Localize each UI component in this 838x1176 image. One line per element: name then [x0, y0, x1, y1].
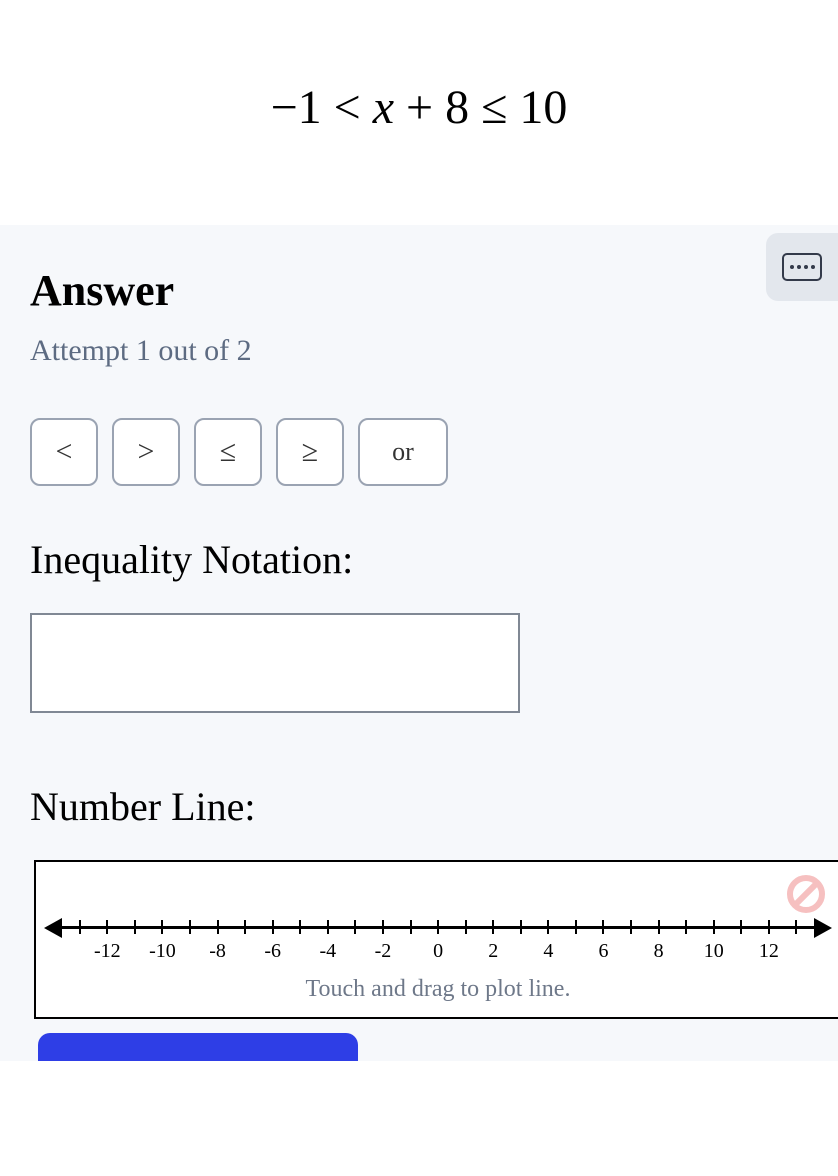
- tick: [452, 920, 480, 970]
- question-area: −1 < x + 8 ≤ 10: [0, 0, 838, 225]
- tick: [121, 920, 149, 970]
- tick: [231, 920, 259, 970]
- tick: -12: [94, 920, 122, 970]
- tick: -8: [204, 920, 232, 970]
- submit-button[interactable]: [38, 1033, 358, 1061]
- inequality-expression: −1 < x + 8 ≤ 10: [0, 80, 838, 135]
- tick: [397, 920, 425, 970]
- answer-area: Answer Attempt 1 out of 2 < > ≤ ≥ or Ine…: [0, 225, 838, 1061]
- tick: [342, 920, 370, 970]
- less-equal-button[interactable]: ≤: [194, 418, 262, 486]
- keypad-icon: [782, 253, 822, 281]
- tick: [562, 920, 590, 970]
- tick: -10: [149, 920, 177, 970]
- or-button[interactable]: or: [358, 418, 448, 486]
- notation-label: Inequality Notation:: [30, 536, 808, 583]
- axis-arrow-left: [44, 918, 62, 938]
- notation-input[interactable]: [30, 613, 520, 713]
- tick: 6: [590, 920, 618, 970]
- attempt-text: Attempt 1 out of 2: [30, 334, 808, 368]
- tick: [507, 920, 535, 970]
- number-line-panel[interactable]: -12 -10 -8 -6 -4 -2 02468 10 12 Touch and drag t…: [34, 860, 838, 1019]
- number-line-axis[interactable]: -12 -10 -8 -6 -4 -2 02468 10 12: [46, 912, 830, 972]
- reset-icon[interactable]: [786, 874, 826, 914]
- tick: 10: [700, 920, 728, 970]
- tick: 8: [645, 920, 673, 970]
- greater-than-button[interactable]: >: [112, 418, 180, 486]
- tick: [287, 920, 315, 970]
- answer-heading: Answer: [30, 265, 808, 316]
- tick: [617, 920, 645, 970]
- tick: 2: [479, 920, 507, 970]
- tick: [66, 920, 94, 970]
- tick: [176, 920, 204, 970]
- tick: 0: [424, 920, 452, 970]
- tick: -6: [259, 920, 287, 970]
- axis-arrow-right: [814, 918, 832, 938]
- operator-buttons: < > ≤ ≥ or: [30, 418, 808, 486]
- less-than-button[interactable]: <: [30, 418, 98, 486]
- ticks: -12 -10 -8 -6 -4 -2 02468 10 12: [66, 920, 810, 970]
- tick: [783, 920, 811, 970]
- numberline-label: Number Line:: [30, 783, 808, 830]
- tick: 12: [755, 920, 783, 970]
- tick: [672, 920, 700, 970]
- tick: -4: [314, 920, 342, 970]
- numberline-hint: Touch and drag to plot line.: [46, 976, 830, 1003]
- tick: [728, 920, 756, 970]
- greater-equal-button[interactable]: ≥: [276, 418, 344, 486]
- tick: -2: [369, 920, 397, 970]
- keypad-button[interactable]: [766, 233, 838, 301]
- tick: 4: [535, 920, 563, 970]
